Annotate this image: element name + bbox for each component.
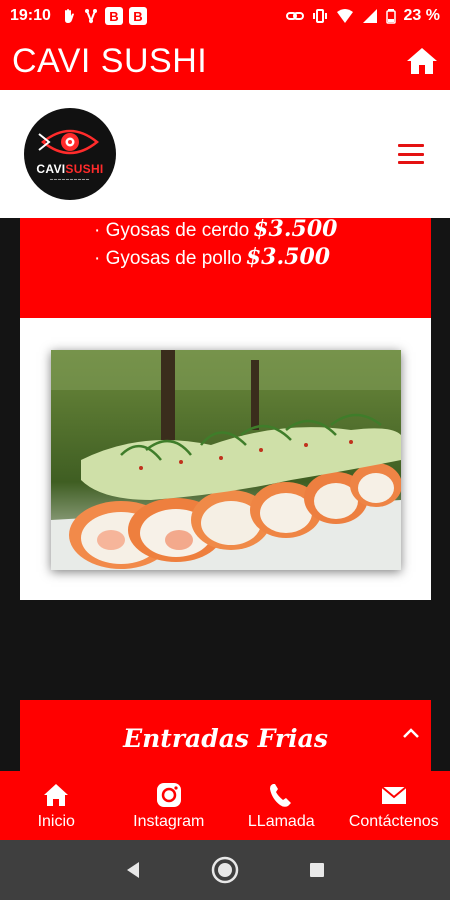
menu-item-price: $3.500 — [253, 218, 338, 242]
app-title: CAVI SUSHI — [12, 41, 208, 80]
fish-eye-logo-icon — [38, 129, 99, 154]
menu-item-name: · Gyosas de pollo — [94, 248, 242, 269]
site-header: CAVISUSHI ━━━━━━━━━━ — [0, 90, 450, 218]
home-circle-icon[interactable] — [210, 855, 240, 885]
cavi-sushi-logo[interactable]: CAVISUSHI ━━━━━━━━━━ — [24, 108, 116, 200]
phone-icon — [270, 783, 292, 807]
chevron-up-icon[interactable] — [401, 724, 421, 744]
menu-item: · Gyosas de cerdo $3.500 — [94, 218, 431, 244]
nav-label: Inicio — [37, 812, 75, 830]
recents-icon[interactable] — [307, 860, 327, 880]
mail-icon — [381, 785, 407, 804]
app-bar: CAVI SUSHI — [0, 32, 450, 90]
photo-card — [20, 318, 431, 600]
b-badge-icon: B — [104, 7, 123, 25]
logo-wordmark: CAVISUSHI — [36, 161, 104, 176]
hand-icon — [64, 9, 74, 23]
vibrate-icon — [312, 9, 327, 23]
page-content[interactable]: · Gyosas de cerdo $3.500 · Gyosas de poll… — [0, 218, 450, 771]
nav-item-llamada[interactable]: LLamada — [225, 771, 338, 840]
hamburger-menu-icon[interactable] — [398, 144, 424, 164]
battery-icon — [385, 9, 396, 24]
nav-item-inicio[interactable]: Inicio — [0, 771, 113, 840]
battery-percent: 23 % — [403, 7, 440, 24]
nav-item-contactenos[interactable]: Contáctenos — [338, 771, 450, 840]
nav-label: LLamada — [247, 812, 315, 830]
back-icon[interactable] — [123, 860, 143, 880]
status-bar: 19:10 B B 23 % — [0, 0, 450, 32]
logo-tagline: ━━━━━━━━━━ — [49, 176, 91, 183]
home-icon[interactable] — [406, 45, 438, 77]
home-icon — [44, 783, 69, 806]
nav-label: Instagram — [133, 812, 205, 830]
wifi-icon — [336, 9, 353, 23]
menu-list-card: · Gyosas de cerdo $3.500 · Gyosas de poll… — [20, 218, 431, 318]
bottom-nav: Inicio Instagram LLamada Contáctenos — [0, 771, 450, 840]
menu-item: · Gyosas de pollo $3.500 — [94, 244, 431, 272]
notification-icons: B B — [61, 7, 147, 25]
b-badge-icon: B — [128, 7, 147, 25]
menu-item-price: $3.500 — [245, 244, 331, 270]
menu-item-name: · Gyosas de cerdo — [94, 220, 250, 241]
section-header-entradas-frias[interactable]: Entradas Frias — [20, 700, 431, 771]
section-title: Entradas Frias — [123, 724, 328, 753]
share-fork-icon — [84, 9, 97, 24]
nav-label: Contáctenos — [348, 812, 439, 830]
instagram-icon — [156, 782, 181, 807]
signal-icon — [362, 9, 377, 23]
link-icon — [285, 12, 304, 20]
sushi-roll-photo — [51, 350, 401, 570]
nav-item-instagram[interactable]: Instagram — [113, 771, 226, 840]
status-time: 19:10 — [10, 7, 51, 24]
system-nav-bar — [0, 840, 450, 900]
